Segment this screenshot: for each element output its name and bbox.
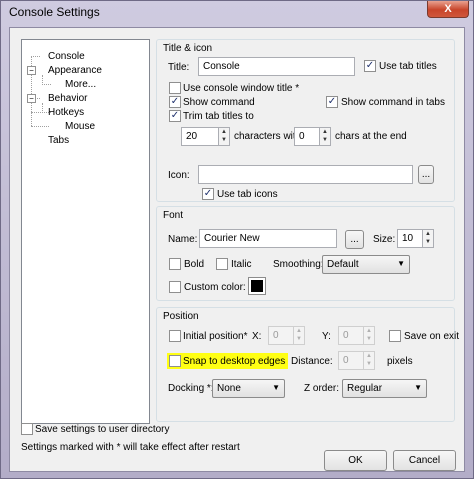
font-group: Font Name: Courier New ... Size: 10 ▲ ▼ B… — [156, 206, 455, 301]
italic-label: Italic — [231, 259, 252, 270]
use-console-window-title-checkbox[interactable] — [169, 82, 181, 94]
save-to-user-directory-label: Save settings to user directory — [35, 424, 170, 435]
trim-tab-titles-checkbox[interactable]: ✓ — [169, 110, 181, 122]
characters-with-label: characters with — [234, 131, 302, 142]
font-size-label: Size: — [373, 234, 396, 245]
chevron-down-icon: ▼ — [414, 383, 422, 392]
font-name-input[interactable]: Courier New — [199, 229, 337, 248]
smoothing-selected-value: Default — [327, 259, 359, 270]
show-command-checkbox[interactable]: ✓ — [169, 96, 181, 108]
smoothing-dropdown[interactable]: Default ▼ — [322, 255, 410, 274]
tree-item-tabs[interactable]: Tabs — [48, 135, 69, 146]
icon-label: Icon: — [168, 170, 190, 181]
pixels-label: pixels — [387, 356, 413, 367]
font-name-label: Name: — [168, 234, 198, 245]
bold-label: Bold — [184, 259, 205, 270]
tree-line — [42, 84, 51, 85]
collapse-appearance-icon[interactable]: − — [27, 66, 36, 75]
x-label: X: — [252, 331, 262, 342]
distance-input[interactable]: 0 — [338, 351, 364, 370]
tree-item-hotkeys[interactable]: Hotkeys — [48, 107, 84, 118]
trim-count-input[interactable]: 20 — [181, 127, 219, 146]
x-spinner[interactable]: ▲ ▼ — [294, 326, 305, 345]
z-order-label: Z order: — [304, 383, 340, 394]
z-order-dropdown[interactable]: Regular ▼ — [342, 379, 427, 398]
show-command-in-tabs-label: Show command in tabs — [341, 97, 445, 108]
initial-position-checkbox[interactable] — [169, 330, 181, 342]
group-title-title-icon: Title & icon — [163, 43, 213, 54]
title-icon-group: Title & icon Title: Console ✓ Use tab ti… — [156, 39, 455, 202]
console-settings-window: Console Settings X − − Console Appearanc… — [0, 0, 474, 479]
chars-at-end-label: chars at the end — [335, 131, 407, 142]
use-tab-titles-checkbox[interactable]: ✓ — [364, 60, 376, 72]
show-command-in-tabs-checkbox[interactable]: ✓ — [326, 96, 338, 108]
ok-button[interactable]: OK — [324, 450, 387, 471]
font-size-spinner[interactable]: ▲ ▼ — [423, 229, 434, 248]
tree-item-mouse[interactable]: Mouse — [65, 121, 95, 132]
use-tab-icons-checkbox[interactable]: ✓ — [202, 188, 214, 200]
icon-browse-button[interactable]: ... — [418, 165, 434, 184]
chevron-down-icon: ▼ — [397, 259, 405, 268]
tree-item-console[interactable]: Console — [48, 51, 85, 62]
show-command-label: Show command — [183, 97, 255, 108]
chars-at-end-input[interactable]: 0 — [294, 127, 320, 146]
y-input[interactable]: 0 — [338, 326, 364, 345]
color-fill — [251, 280, 263, 292]
use-console-window-title-label: Use console window title * — [183, 83, 300, 94]
window-title: Console Settings — [9, 5, 100, 19]
collapse-hotkeys-icon[interactable]: − — [27, 94, 36, 103]
x-input[interactable]: 0 — [268, 326, 294, 345]
smoothing-label: Smoothing: — [273, 259, 324, 270]
title-bar[interactable]: Console Settings X — [1, 1, 473, 27]
use-tab-icons-label: Use tab icons — [217, 189, 278, 200]
snap-to-desktop-edges-checkbox[interactable] — [169, 355, 181, 367]
chars-at-end-spinner[interactable]: ▲ ▼ — [320, 127, 331, 146]
y-label: Y: — [322, 331, 331, 342]
font-browse-button[interactable]: ... — [345, 230, 364, 249]
docking-label: Docking *: — [168, 383, 214, 394]
title-label: Title: — [168, 62, 190, 73]
tree-item-behavior[interactable]: Behavior — [48, 93, 87, 104]
custom-color-label: Custom color: — [184, 282, 246, 293]
distance-spinner[interactable]: ▲ ▼ — [364, 351, 375, 370]
save-on-exit-checkbox[interactable] — [389, 330, 401, 342]
restart-note: Settings marked with * will take effect … — [21, 442, 240, 453]
custom-color-checkbox[interactable] — [169, 281, 181, 293]
distance-label: Distance: — [291, 356, 333, 367]
position-group: Position Initial position* X: 0 ▲ ▼ Y: 0 … — [156, 307, 459, 422]
save-to-user-directory-checkbox[interactable] — [21, 423, 33, 435]
trim-count-spinner[interactable]: ▲ ▼ — [219, 127, 230, 146]
docking-selected-value: None — [217, 383, 241, 394]
y-spinner[interactable]: ▲ ▼ — [364, 326, 375, 345]
group-title-font: Font — [163, 210, 184, 221]
snap-to-desktop-edges-label: Snap to desktop edges — [183, 356, 286, 367]
tree-item-appearance[interactable]: Appearance — [48, 65, 102, 76]
bold-checkbox[interactable] — [169, 258, 181, 270]
italic-checkbox[interactable] — [216, 258, 228, 270]
docking-dropdown[interactable]: None ▼ — [212, 379, 285, 398]
custom-color-swatch[interactable] — [248, 277, 266, 295]
cancel-button[interactable]: Cancel — [393, 450, 456, 471]
title-input[interactable]: Console — [198, 57, 355, 76]
font-size-input[interactable]: 10 — [397, 229, 423, 248]
dialog-client-area: − − Console Appearance More... Behavior … — [9, 27, 465, 472]
settings-tree[interactable]: − − Console Appearance More... Behavior … — [21, 39, 150, 424]
z-order-selected-value: Regular — [347, 383, 383, 394]
close-button[interactable]: X — [427, 1, 469, 18]
group-title-position: Position — [163, 311, 199, 322]
initial-position-label: Initial position* — [183, 331, 248, 342]
tree-item-more[interactable]: More... — [65, 79, 96, 90]
icon-path-input[interactable] — [198, 165, 413, 184]
save-on-exit-label: Save on exit — [404, 331, 460, 342]
tree-line — [31, 126, 49, 127]
use-tab-titles-label: Use tab titles — [379, 61, 437, 72]
trim-tab-titles-label: Trim tab titles to — [183, 111, 254, 122]
chevron-down-icon: ▼ — [272, 383, 280, 392]
tree-line — [31, 56, 40, 57]
